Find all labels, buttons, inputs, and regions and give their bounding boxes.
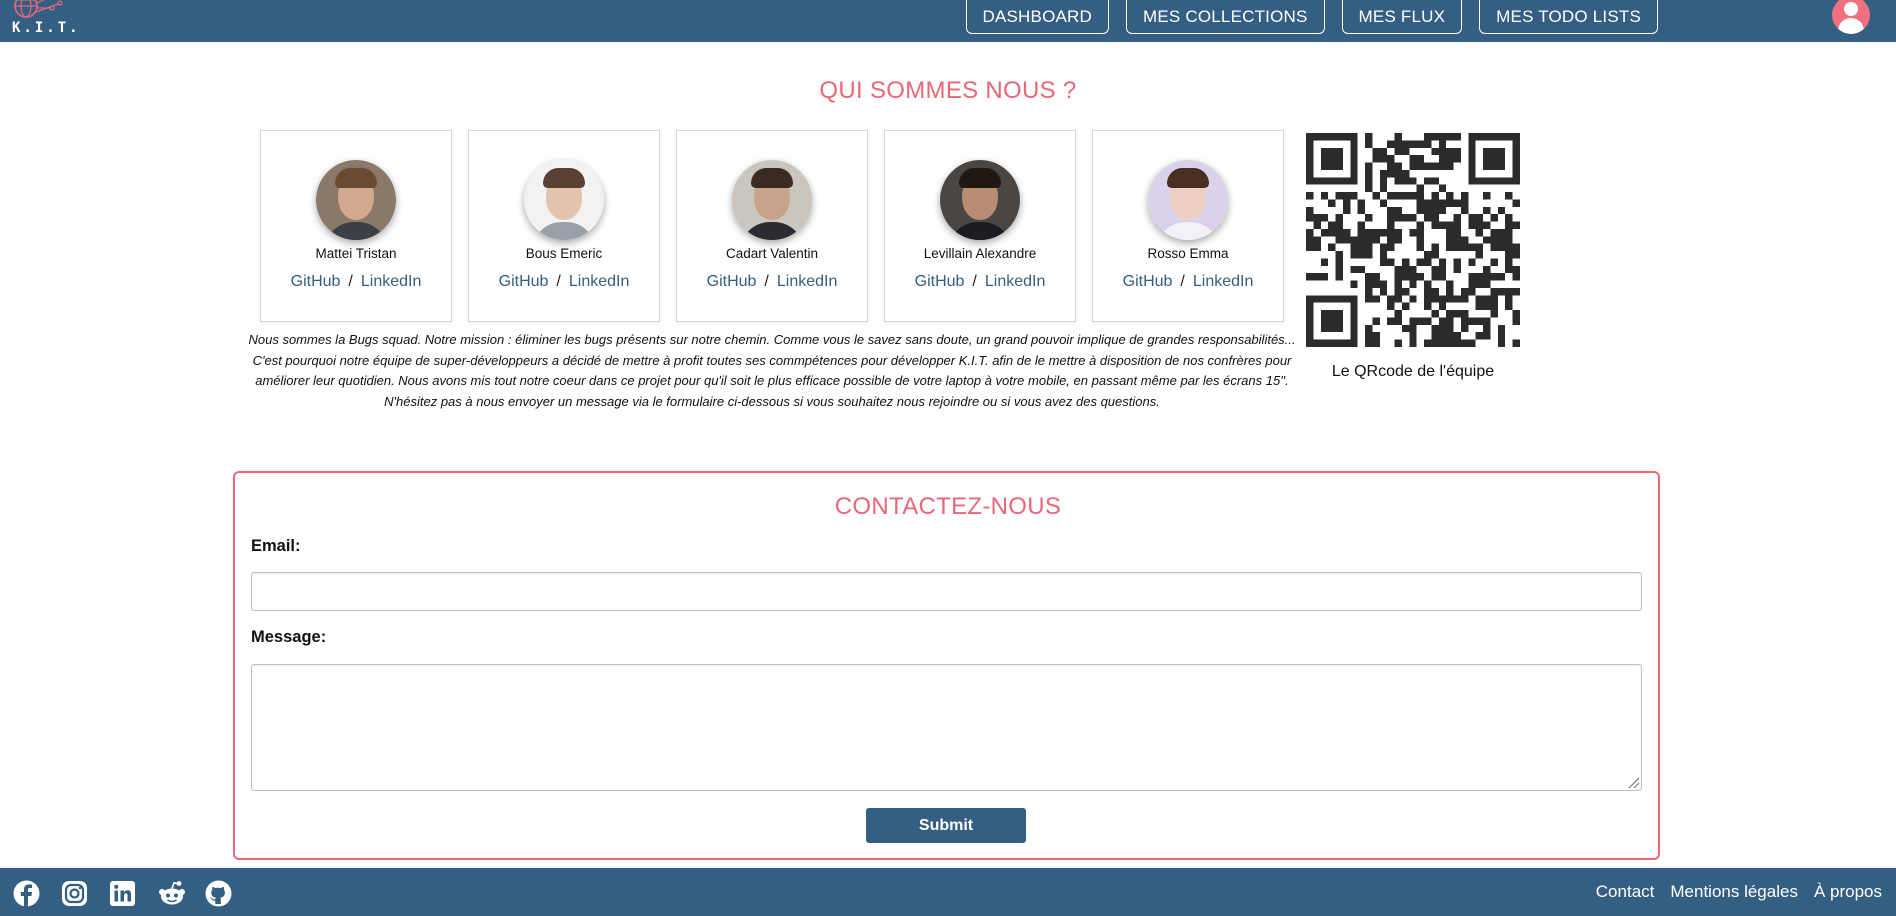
footer-contact-link[interactable]: Contact <box>1596 882 1655 902</box>
link-separator: / <box>764 273 769 290</box>
team-card: Rosso Emma GitHub / LinkedIn <box>1092 130 1284 322</box>
team-cards: Mattei Tristan GitHub / LinkedIn Bous Emer… <box>260 130 1284 322</box>
about-title: QUI SOMMES NOUS ? <box>819 77 1077 104</box>
member-name: Levillain Alexandre <box>923 246 1037 261</box>
team-card: Mattei Tristan GitHub / LinkedIn <box>260 130 452 322</box>
member-links: GitHub / LinkedIn <box>469 273 659 291</box>
resize-grip-icon[interactable] <box>1626 775 1640 789</box>
team-qr-code <box>1306 133 1520 347</box>
member-links: GitHub / LinkedIn <box>885 273 1075 291</box>
member-name: Rosso Emma <box>1147 246 1229 261</box>
message-label: Message: <box>251 628 327 646</box>
footer-links: Contact Mentions légales À propos <box>1596 882 1882 902</box>
footer-legal-link[interactable]: Mentions légales <box>1670 882 1798 902</box>
link-separator: / <box>1180 273 1185 290</box>
team-card: Cadart Valentin GitHub / LinkedIn <box>676 130 868 322</box>
github-link[interactable]: GitHub <box>499 273 549 290</box>
member-photo <box>316 160 396 240</box>
linkedin-link[interactable]: LinkedIn <box>569 273 630 290</box>
nav-todo-lists-button[interactable]: MES TODO LISTS <box>1479 0 1658 34</box>
user-body-shape <box>1838 18 1864 34</box>
reddit-icon[interactable] <box>157 880 185 907</box>
member-links: GitHub / LinkedIn <box>1093 273 1283 291</box>
footer: Contact Mentions légales À propos <box>0 868 1896 916</box>
mission-text: Nous sommes la Bugs squad. Notre mission… <box>248 332 1296 409</box>
team-card: Levillain Alexandre GitHub / LinkedIn <box>884 130 1076 322</box>
main-nav: DASHBOARD MES COLLECTIONS MES FLUX MES T… <box>965 0 1658 34</box>
linkedin-link[interactable]: LinkedIn <box>985 273 1046 290</box>
facebook-icon[interactable] <box>13 880 40 907</box>
footer-about-link[interactable]: À propos <box>1814 882 1882 902</box>
top-navbar: K.I.T. DASHBOARD MES COLLECTIONS MES FLU… <box>0 0 1896 42</box>
nav-flux-button[interactable]: MES FLUX <box>1341 0 1463 34</box>
qr-modules <box>1306 133 1520 347</box>
kit-logo[interactable]: K.I.T. <box>10 0 80 42</box>
contact-title: CONTACTEZ-NOUS <box>834 493 1062 520</box>
github-link[interactable]: GitHub <box>291 273 341 290</box>
nav-dashboard-button[interactable]: DASHBOARD <box>965 0 1109 34</box>
member-photo <box>524 160 604 240</box>
linkedin-link[interactable]: LinkedIn <box>361 273 422 290</box>
github-link[interactable]: GitHub <box>707 273 757 290</box>
linkedin-link[interactable]: LinkedIn <box>1193 273 1254 290</box>
member-name: Bous Emeric <box>525 246 603 261</box>
member-photo <box>1148 160 1228 240</box>
qr-caption: Le QRcode de l'équipe <box>1331 363 1495 380</box>
message-field[interactable] <box>251 664 1642 791</box>
member-photo <box>940 160 1020 240</box>
member-links: GitHub / LinkedIn <box>677 273 867 291</box>
member-name: Mattei Tristan <box>315 246 397 261</box>
submit-button[interactable]: Submit <box>866 808 1026 843</box>
link-separator: / <box>556 273 561 290</box>
linkedin-link[interactable]: LinkedIn <box>777 273 838 290</box>
user-head-shape <box>1844 2 1858 16</box>
email-field[interactable] <box>251 572 1642 611</box>
user-circle-icon[interactable] <box>1832 0 1870 34</box>
github-link[interactable]: GitHub <box>915 273 965 290</box>
github-link[interactable]: GitHub <box>1123 273 1173 290</box>
member-links: GitHub / LinkedIn <box>261 273 451 291</box>
link-separator: / <box>972 273 977 290</box>
linkedin-icon[interactable] <box>109 880 136 907</box>
instagram-icon[interactable] <box>61 880 88 907</box>
member-name: Cadart Valentin <box>725 246 819 261</box>
social-links <box>13 880 232 907</box>
team-card: Bous Emeric GitHub / LinkedIn <box>468 130 660 322</box>
github-icon[interactable] <box>205 880 232 907</box>
member-photo <box>732 160 812 240</box>
logo-text: K.I.T. <box>12 20 81 36</box>
link-separator: / <box>348 273 353 290</box>
email-label: Email: <box>251 537 301 555</box>
nav-collections-button[interactable]: MES COLLECTIONS <box>1126 0 1325 34</box>
